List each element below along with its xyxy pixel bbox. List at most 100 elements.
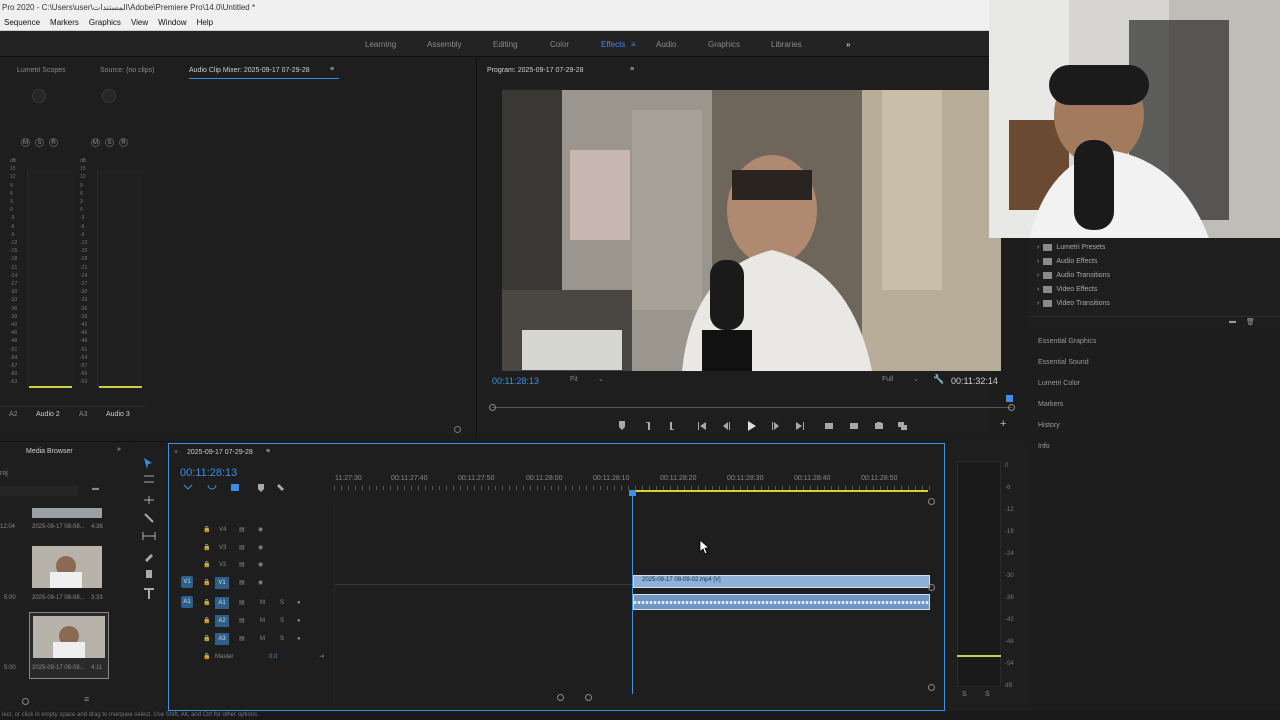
eye-icon[interactable]: ◉ — [258, 558, 263, 572]
program-playhead[interactable] — [1006, 395, 1013, 402]
solo-icon[interactable]: S — [280, 596, 284, 610]
eye-icon[interactable]: ◉ — [258, 523, 263, 537]
solo-icon[interactable]: S — [280, 632, 284, 646]
master-volume[interactable]: 0.0 — [269, 650, 277, 664]
timeline-close-icon[interactable]: × — [174, 449, 178, 456]
lock-icon[interactable]: 🔒 — [203, 596, 210, 610]
workspace-audio[interactable]: Audio — [656, 40, 676, 49]
go-to-end-icon[interactable]: ⇥ — [319, 650, 324, 664]
mute-button-a3[interactable]: M — [91, 138, 100, 147]
timeline-sequence-tab[interactable]: 2025-09-17 07-29-28 — [187, 449, 253, 456]
lock-icon[interactable]: 🔒 — [203, 558, 210, 572]
mixer-panel-menu-icon[interactable]: ≡ — [330, 66, 334, 73]
effects-folder-audio-transitions[interactable]: › Audio Transitions — [1037, 272, 1110, 279]
audio-clip[interactable] — [633, 594, 930, 610]
sync-lock-icon[interactable]: ▤ — [239, 614, 245, 628]
mute-icon[interactable]: M — [260, 632, 265, 646]
program-monitor-title[interactable]: Program: 2025-09-17 07-29-28 — [487, 67, 584, 74]
record-button-a3[interactable]: R — [119, 138, 128, 147]
lock-icon[interactable]: 🔒 — [203, 650, 210, 664]
clip-thumbnail-1[interactable] — [32, 508, 102, 518]
solo-left-button[interactable]: S — [962, 691, 967, 698]
voiceover-mic-icon[interactable]: ● — [297, 614, 301, 628]
timeline-timecode[interactable]: 00:11:28:13 — [180, 467, 237, 479]
new-bin-icon[interactable]: ▬ — [92, 485, 99, 492]
vertical-scroll-handle-mid[interactable] — [928, 584, 935, 591]
wrench-icon[interactable]: 🔧 — [933, 374, 944, 385]
sync-lock-icon[interactable]: ▤ — [239, 523, 245, 537]
lock-icon[interactable]: 🔒 — [203, 541, 210, 555]
menu-window[interactable]: Window — [158, 15, 186, 30]
clip-name-3[interactable]: 2025-09-17 08-08... — [32, 665, 85, 671]
solo-right-button[interactable]: S — [985, 691, 990, 698]
clip-thumbnail-2[interactable] — [32, 546, 102, 588]
video-clip[interactable]: 2025-09-17 08-09-02.mp4 [V] — [633, 575, 930, 588]
panel-essential-sound[interactable]: Essential Sound — [1038, 359, 1089, 366]
track-name-a3[interactable]: A3 — [215, 633, 229, 645]
effects-folder-lumetri-presets[interactable]: › Lumetri Presets — [1037, 244, 1105, 251]
menu-sequence[interactable]: Sequence — [4, 15, 40, 30]
mute-icon[interactable]: M — [260, 596, 265, 610]
track-lanes[interactable]: 2025-09-17 08-09-02.mp4 [V] — [334, 490, 935, 704]
lock-icon[interactable]: 🔒 — [203, 632, 210, 646]
program-video-frame[interactable] — [502, 90, 1001, 371]
tab-lumetri-scopes[interactable]: Lumetri Scopes — [17, 67, 66, 74]
record-button-a2[interactable]: R — [49, 138, 58, 147]
track-name-a1[interactable]: A1 — [215, 597, 229, 609]
tab-audio-clip-mixer[interactable]: Audio Clip Mixer: 2025-09-17 07-29-28 — [189, 67, 310, 74]
mute-button-a2[interactable]: M — [21, 138, 30, 147]
effects-folder-video-effects[interactable]: › Video Effects — [1037, 286, 1097, 293]
menu-view[interactable]: View — [131, 15, 148, 30]
panel-essential-graphics[interactable]: Essential Graphics — [1038, 338, 1096, 345]
workspace-editing[interactable]: Editing — [493, 40, 517, 49]
pan-dial-a2[interactable] — [32, 89, 46, 103]
workspace-overflow-icon[interactable]: » — [846, 40, 850, 49]
work-area-bar[interactable] — [631, 490, 928, 492]
workspace-effects-menu-icon[interactable]: ≡ — [631, 40, 636, 49]
resolution-dropdown-icon[interactable]: ⌄ — [913, 375, 919, 383]
source-patch-a1[interactable]: A1 — [181, 596, 193, 608]
panel-scroll-handle[interactable] — [454, 426, 461, 433]
workspace-effects[interactable]: Effects — [601, 40, 625, 49]
lock-icon[interactable]: 🔒 — [203, 576, 210, 590]
menu-help[interactable]: Help — [197, 15, 213, 30]
workspace-learning[interactable]: Learning — [365, 40, 396, 49]
program-menu-icon[interactable]: ≡ — [630, 66, 634, 73]
panel-history[interactable]: History — [1038, 422, 1060, 429]
program-current-time[interactable]: 00:11:28:13 — [492, 376, 539, 386]
workspace-libraries[interactable]: Libraries — [771, 40, 802, 49]
menu-markers[interactable]: Markers — [50, 15, 79, 30]
thumbnail-zoom-slider[interactable] — [22, 698, 29, 705]
solo-button-a2[interactable]: S — [35, 138, 44, 147]
resolution-select[interactable]: Full — [882, 376, 893, 383]
mute-icon[interactable]: M — [260, 614, 265, 628]
zoom-scroll-left-handle[interactable] — [557, 694, 564, 701]
eye-icon[interactable]: ◉ — [258, 541, 263, 555]
lock-icon[interactable]: 🔒 — [203, 523, 210, 537]
solo-icon[interactable]: S — [280, 614, 284, 628]
sync-lock-icon[interactable]: ▤ — [239, 596, 245, 610]
pan-dial-a3[interactable] — [102, 89, 116, 103]
zoom-select[interactable]: Fit — [570, 376, 578, 383]
sort-icon[interactable]: ≡ — [84, 694, 89, 704]
track-name-a2[interactable]: A2 — [215, 615, 229, 627]
zoom-scroll-right-handle[interactable] — [585, 694, 592, 701]
scrubber-start-handle[interactable] — [489, 404, 496, 411]
vertical-scroll-handle-top[interactable] — [928, 498, 935, 505]
project-search-input[interactable] — [0, 486, 78, 496]
timeline-playhead[interactable] — [632, 494, 633, 694]
lock-icon[interactable]: 🔒 — [203, 614, 210, 628]
panel-markers[interactable]: Markers — [1038, 401, 1063, 408]
vertical-scroll-handle-bottom[interactable] — [928, 684, 935, 691]
tab-media-browser[interactable]: Media Browser — [26, 448, 73, 455]
voiceover-mic-icon[interactable]: ● — [297, 596, 301, 610]
solo-button-a3[interactable]: S — [105, 138, 114, 147]
source-patch-v1[interactable]: V1 — [181, 576, 193, 588]
sync-lock-icon[interactable]: ▤ — [239, 541, 245, 555]
sync-lock-icon[interactable]: ▤ — [239, 558, 245, 572]
workspace-graphics[interactable]: Graphics — [708, 40, 740, 49]
sync-lock-icon[interactable]: ▤ — [239, 576, 245, 590]
panel-lumetri-color[interactable]: Lumetri Color — [1038, 380, 1080, 387]
workspace-assembly[interactable]: Assembly — [427, 40, 462, 49]
timeline-menu-icon[interactable]: ≡ — [266, 448, 270, 455]
